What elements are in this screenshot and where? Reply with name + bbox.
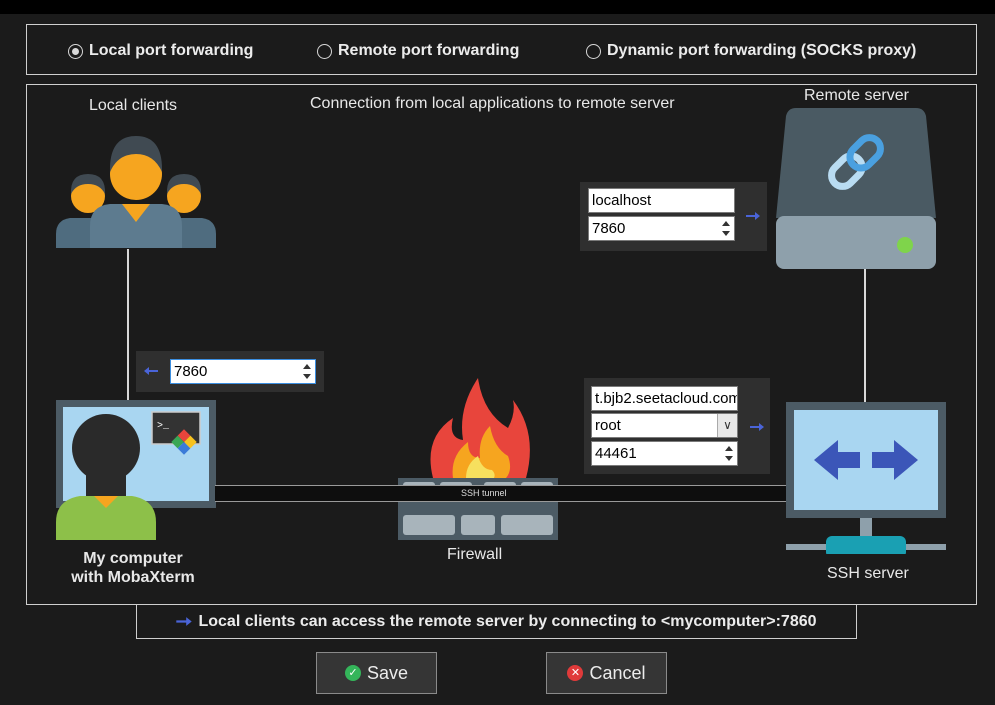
remote-server-icon bbox=[776, 108, 936, 269]
diagram-caption: Connection from local applications to re… bbox=[310, 95, 675, 112]
radio-selected-icon bbox=[68, 43, 83, 59]
arrow-left-icon bbox=[144, 367, 158, 375]
svg-text:>_: >_ bbox=[157, 421, 170, 432]
my-computer-label-line1: My computer bbox=[83, 550, 183, 567]
radio-remote-forwarding[interactable]: Remote port forwarding bbox=[317, 42, 519, 60]
ssh-user-dropdown[interactable]: root ∨ bbox=[591, 413, 738, 438]
ssh-user-value: root bbox=[595, 417, 621, 434]
radio-label: Dynamic port forwarding (SOCKS proxy) bbox=[607, 42, 917, 59]
spinner-icon[interactable] bbox=[721, 219, 731, 238]
ssh-port-value: 44461 bbox=[595, 445, 637, 462]
check-icon: ✓ bbox=[344, 665, 361, 681]
my-computer-icon: >_ bbox=[56, 400, 216, 540]
cancel-label: Cancel bbox=[589, 662, 646, 683]
ssh-server-group: t.bjb2.seetacloud.com root ∨ 44461 bbox=[584, 378, 770, 474]
remote-port-value: 7860 bbox=[592, 220, 626, 237]
local-port-group: 7860 bbox=[136, 351, 324, 392]
users-group-icon bbox=[56, 136, 216, 248]
connector-line bbox=[127, 249, 129, 401]
ssh-server-input[interactable]: t.bjb2.seetacloud.com bbox=[591, 386, 738, 411]
chevron-down-icon[interactable]: ∨ bbox=[717, 414, 737, 437]
ssh-server-label: SSH server bbox=[827, 565, 909, 582]
arrow-right-icon bbox=[750, 423, 764, 431]
cancel-button[interactable]: ✕ Cancel bbox=[546, 652, 667, 694]
remote-port-input[interactable]: 7860 bbox=[588, 216, 735, 241]
forwarding-mode-group: Local port forwarding Remote port forwar… bbox=[26, 24, 977, 75]
remote-server-label: Remote server bbox=[804, 87, 909, 104]
radio-dynamic-forwarding[interactable]: Dynamic port forwarding (SOCKS proxy) bbox=[586, 42, 916, 60]
local-port-value: 7860 bbox=[174, 363, 208, 380]
forwarding-summary: Local clients can access the remote serv… bbox=[136, 604, 857, 639]
local-port-input[interactable]: 7860 bbox=[170, 359, 316, 384]
radio-label: Remote port forwarding bbox=[338, 42, 520, 59]
local-clients-label: Local clients bbox=[89, 97, 178, 114]
remote-host-input[interactable]: localhost bbox=[588, 188, 735, 213]
arrow-right-icon bbox=[176, 617, 193, 626]
ssh-server-icon bbox=[786, 402, 946, 554]
radio-unselected-icon bbox=[586, 43, 601, 59]
my-computer-label-line2: with MobaXterm bbox=[71, 569, 195, 586]
summary-text: Local clients can access the remote serv… bbox=[198, 612, 817, 630]
my-computer-label: My computer with MobaXterm bbox=[64, 549, 202, 587]
ssh-tunnel-label: SSH tunnel bbox=[461, 488, 507, 498]
radio-label: Local port forwarding bbox=[89, 42, 254, 59]
remote-destination-group: localhost 7860 bbox=[580, 182, 767, 251]
radio-local-forwarding[interactable]: Local port forwarding bbox=[68, 42, 253, 60]
radio-unselected-icon bbox=[317, 43, 332, 59]
connector-line bbox=[864, 268, 866, 403]
save-label: Save bbox=[366, 662, 409, 683]
spinner-icon[interactable] bbox=[302, 362, 312, 381]
spinner-icon[interactable] bbox=[724, 444, 734, 463]
close-icon: ✕ bbox=[567, 665, 584, 681]
arrow-right-icon bbox=[746, 212, 760, 220]
ssh-port-input[interactable]: 44461 bbox=[591, 441, 738, 466]
window-top-edge bbox=[0, 0, 995, 14]
firewall-label: Firewall bbox=[447, 546, 503, 563]
firewall-icon bbox=[398, 378, 558, 540]
save-button[interactable]: ✓ Save bbox=[316, 652, 437, 694]
